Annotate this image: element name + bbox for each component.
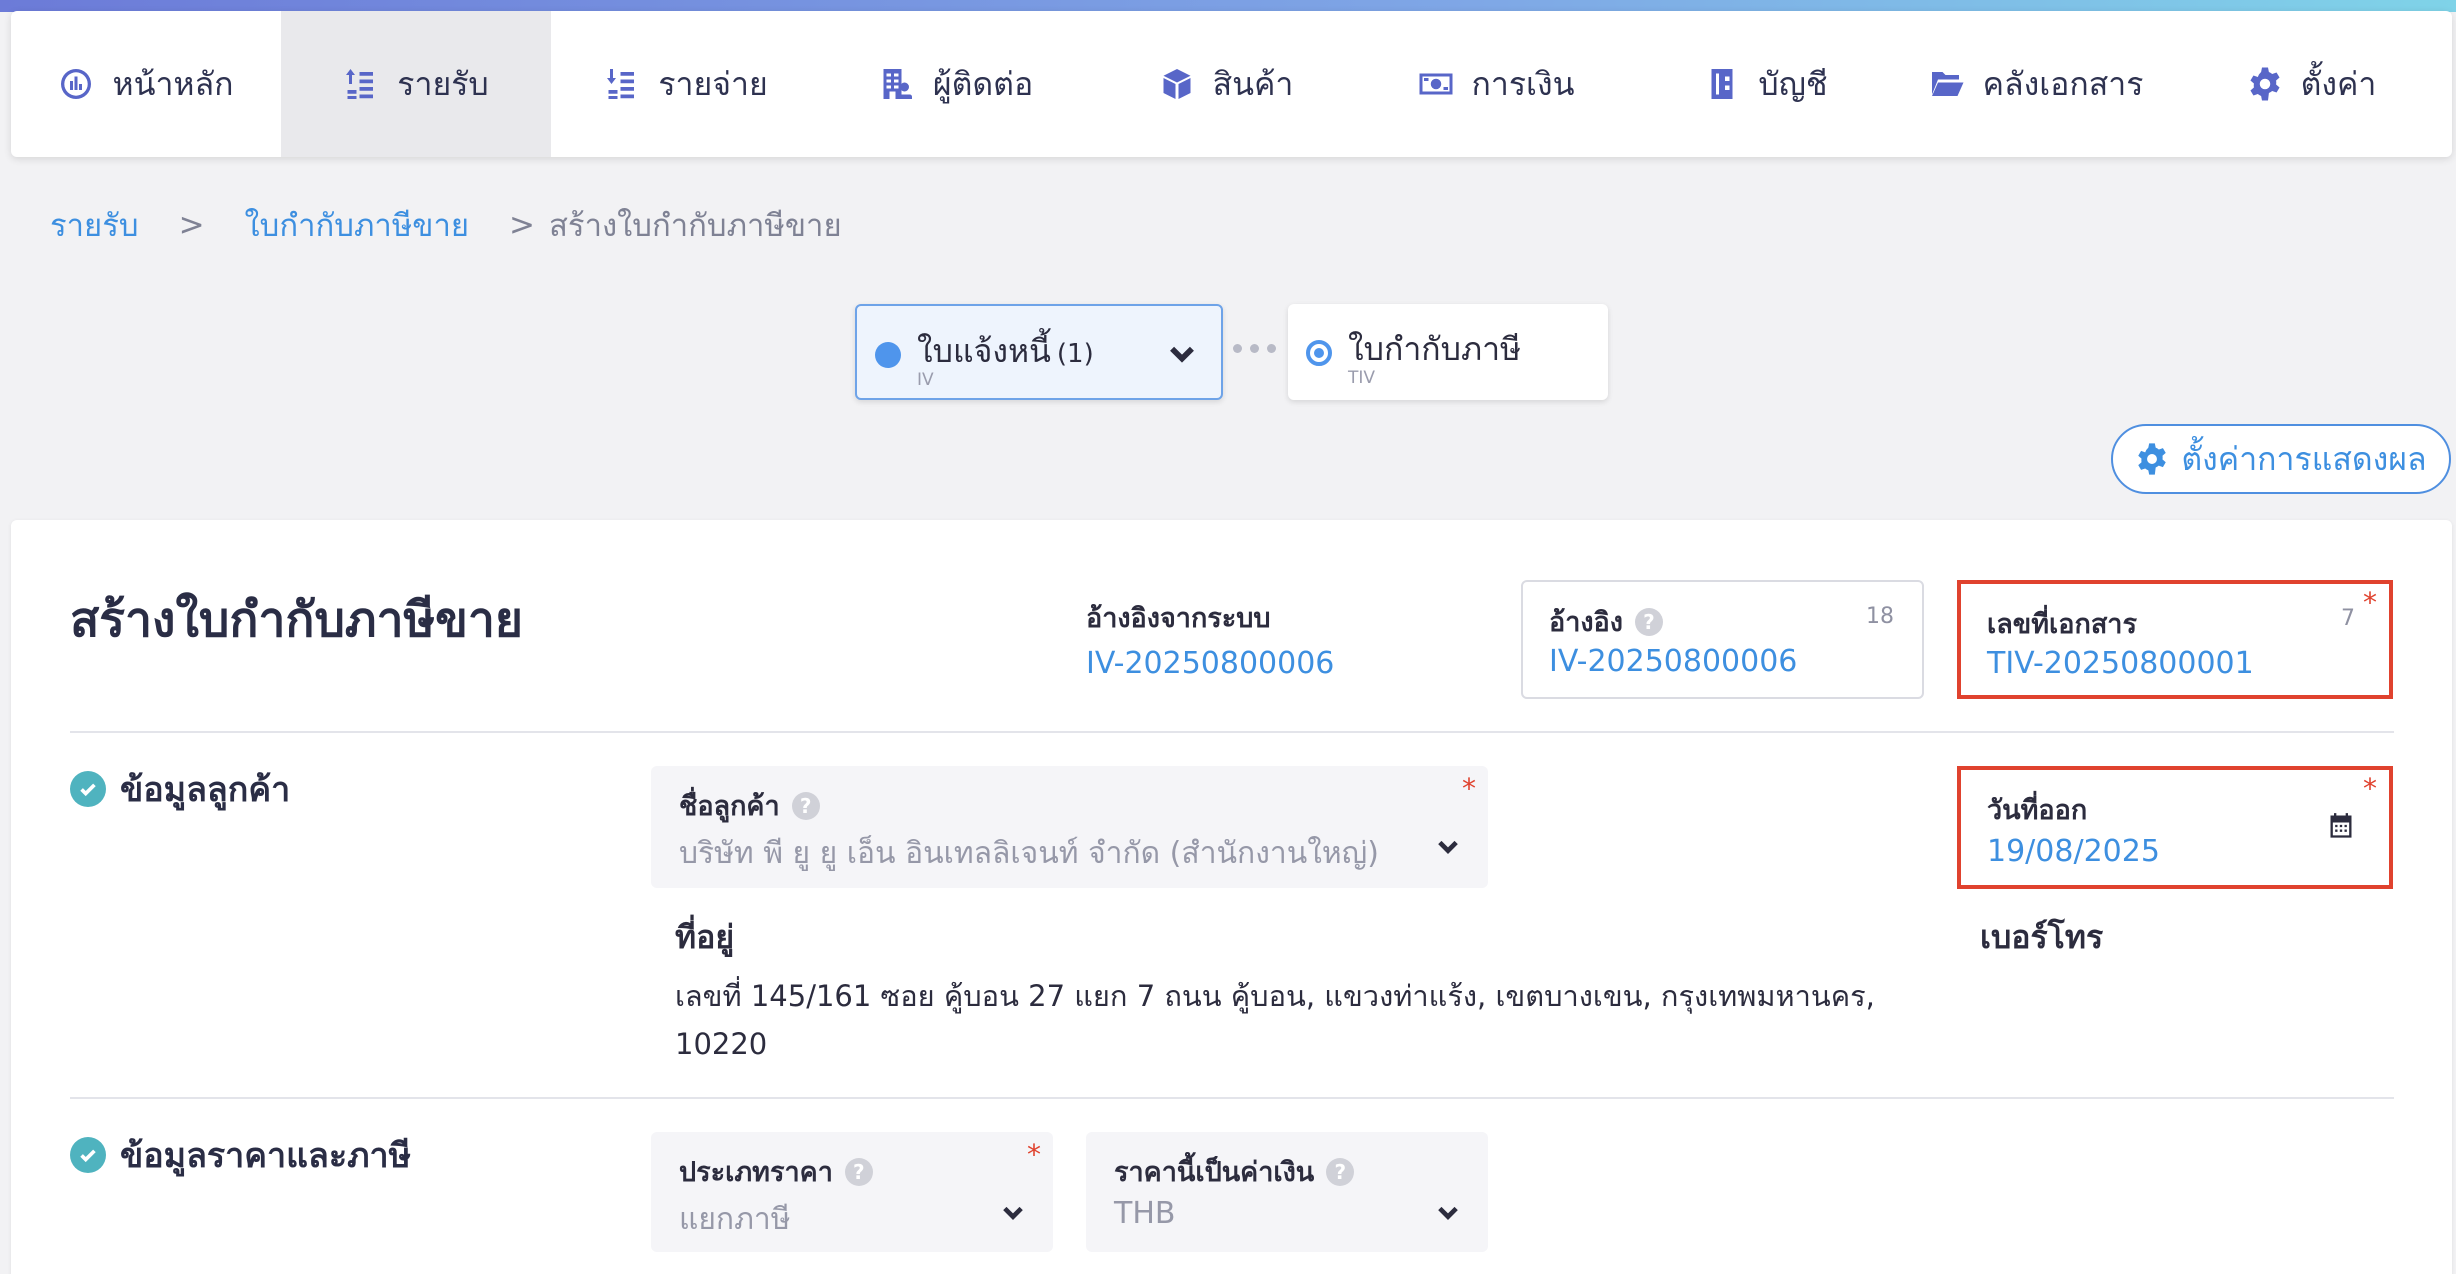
currency-label: ราคานี้เป็นค่าเงิน xyxy=(1114,1157,1315,1188)
chevron-down-icon[interactable] xyxy=(1165,336,1199,370)
page-title: สร้างใบกำกับภาษีขาย xyxy=(70,592,524,648)
document-number-field[interactable]: เลขที่เอกสาร 7 * TIV-20250800001 xyxy=(1957,580,2393,699)
folder-icon xyxy=(1929,66,1965,102)
price-type-value: แยกภาษี xyxy=(679,1202,791,1237)
required-asterisk: * xyxy=(2363,772,2377,805)
customer-name-value: บริษัท พี ยู ยู เอ็น อินเทลลิเจนท์ จำกัด… xyxy=(679,836,1379,871)
calendar-icon[interactable] xyxy=(2327,812,2355,840)
chevron-down-icon[interactable] xyxy=(999,1198,1027,1226)
price-tax-section-header: ข้อมูลราคาและภาษี xyxy=(70,1128,411,1182)
check-circle-icon xyxy=(70,1137,106,1173)
nav-item-documents[interactable]: คลังเอกสาร xyxy=(1901,11,2171,157)
breadcrumb: รายรับ > ใบกำกับภาษีขาย > สร้างใบกำกับภา… xyxy=(50,200,842,250)
step-invoice-code: IV xyxy=(917,370,934,390)
address-text: เลขที่ 145/161 ซอย คู้บอน 27 แยก 7 ถนน ค… xyxy=(675,979,1875,1061)
issue-date-value: 19/08/2025 xyxy=(1987,834,2160,869)
customer-name-label: ชื่อลูกค้า xyxy=(679,791,780,822)
step-active-dot xyxy=(875,342,901,368)
step-tax-invoice-code: TIV xyxy=(1348,368,1376,388)
required-asterisk: * xyxy=(1027,1138,1041,1171)
help-icon[interactable]: ? xyxy=(1326,1157,1355,1186)
issue-date-field[interactable]: วันที่ออก * 19/08/2025 xyxy=(1957,766,2393,889)
accounting-book-icon xyxy=(1704,66,1740,102)
nav-item-contacts[interactable]: ผู้ติดต่อ xyxy=(821,11,1091,157)
chevron-down-icon[interactable] xyxy=(1434,832,1462,860)
address-label: ที่อยู่ xyxy=(675,918,735,956)
issue-date-label: วันที่ออก xyxy=(1987,795,2088,826)
reference-value: IV-20250800006 xyxy=(1549,644,1798,679)
currency-value: THB xyxy=(1114,1196,1176,1231)
expense-icon xyxy=(604,66,640,102)
price-tax-section-title: ข้อมูลราคาและภาษี xyxy=(120,1136,412,1176)
gear-icon xyxy=(2138,443,2167,475)
nav-item-income[interactable]: รายรับ xyxy=(281,11,551,157)
help-icon[interactable]: ? xyxy=(791,791,820,820)
customer-section-header: ข้อมูลลูกค้า xyxy=(70,762,290,816)
flow-connector-dots xyxy=(1233,344,1276,353)
contacts-icon xyxy=(879,66,915,102)
nav-item-products[interactable]: สินค้า xyxy=(1091,11,1361,157)
reference-field[interactable]: อ้างอิง ? 18 IV-20250800006 xyxy=(1521,580,1924,699)
flow-step-invoice[interactable]: ใบแจ้งหนี้ (1) IV xyxy=(855,304,1223,400)
price-type-select[interactable]: ประเภทราคา ? * แยกภาษี xyxy=(651,1132,1053,1252)
document-number-char-count: 7 xyxy=(2341,606,2355,631)
nav-item-expense[interactable]: รายจ่าย xyxy=(551,11,821,157)
nav-item-dashboard[interactable]: หน้าหลัก xyxy=(11,11,281,157)
phone-label: เบอร์โทร xyxy=(1980,918,2104,956)
step-invoice-title: ใบแจ้งหนี้ xyxy=(917,332,1051,370)
breadcrumb-current: สร้างใบกำกับภาษีขาย xyxy=(549,208,842,244)
nav-item-finance[interactable]: การเงิน xyxy=(1361,11,1631,157)
display-settings-button[interactable]: ตั้งค่าการแสดงผล xyxy=(2111,424,2451,494)
nav-item-accounting[interactable]: บัญชี xyxy=(1631,11,1901,157)
breadcrumb-separator: > xyxy=(178,207,205,243)
product-box-icon xyxy=(1159,66,1195,102)
document-number-label: เลขที่เอกสาร xyxy=(1987,609,2137,640)
section-divider xyxy=(70,731,2394,733)
currency-select[interactable]: ราคานี้เป็นค่าเงิน ? THB xyxy=(1086,1132,1488,1252)
ref-system-link[interactable]: IV-20250800006 xyxy=(1086,646,1334,681)
help-icon[interactable]: ? xyxy=(844,1157,873,1186)
money-icon xyxy=(1418,66,1454,102)
flow-step-tax-invoice[interactable]: ใบกำกับภาษี TIV xyxy=(1288,304,1608,400)
required-asterisk: * xyxy=(1462,772,1476,805)
step-current-dot xyxy=(1306,340,1332,366)
breadcrumb-separator: > xyxy=(509,207,536,243)
income-icon xyxy=(343,66,379,102)
required-asterisk: * xyxy=(2363,586,2377,619)
breadcrumb-income-link[interactable]: รายรับ xyxy=(50,200,139,250)
customer-section-title: ข้อมูลลูกค้า xyxy=(120,770,291,810)
gear-icon xyxy=(2247,66,2283,102)
check-circle-icon xyxy=(70,771,106,807)
reference-char-count: 18 xyxy=(1866,604,1894,629)
reference-label: อ้างอิง xyxy=(1549,607,1623,638)
step-invoice-count: (1) xyxy=(1056,339,1094,369)
price-type-label: ประเภทราคา xyxy=(679,1157,833,1188)
customer-name-select[interactable]: ชื่อลูกค้า ? * บริษัท พี ยู ยู เอ็น อินเ… xyxy=(651,766,1488,888)
document-number-value: TIV-20250800001 xyxy=(1987,646,2254,681)
chevron-down-icon[interactable] xyxy=(1434,1198,1462,1226)
dashboard-icon xyxy=(58,66,94,102)
ref-system-label: อ้างอิงจากระบบ xyxy=(1086,603,1271,634)
help-icon[interactable]: ? xyxy=(1634,607,1663,636)
breadcrumb-tax-invoice-link[interactable]: ใบกำกับภาษีขาย xyxy=(245,200,469,250)
main-navbar: หน้าหลัก รายรับ รายจ่าย ผู้ติดต่อ สินค้า… xyxy=(11,11,2452,157)
nav-item-settings[interactable]: ตั้งค่า xyxy=(2171,11,2452,157)
section-divider xyxy=(70,1097,2394,1099)
display-settings-label: ตั้งค่าการแสดงผล xyxy=(2181,439,2427,478)
